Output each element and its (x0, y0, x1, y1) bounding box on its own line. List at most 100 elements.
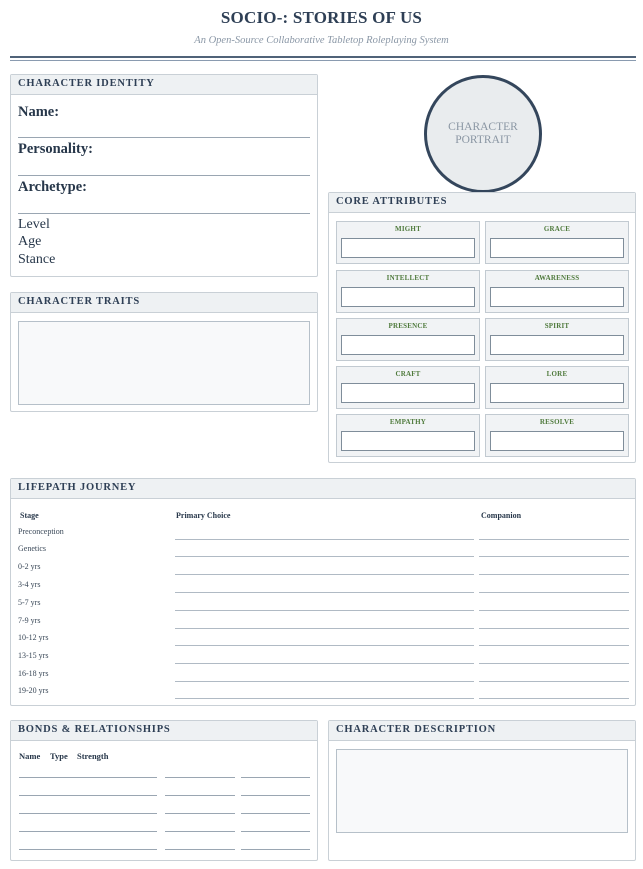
sheet-title: SOCIO-: STORIES OF US (220, 8, 423, 27)
attribute-value-field[interactable] (341, 238, 475, 258)
stage-label: 16-18 yrs (18, 669, 49, 678)
column-header-name: Name (19, 751, 41, 761)
bond-type-field[interactable] (165, 849, 235, 850)
companion-field[interactable] (479, 574, 629, 575)
attribute-value-field[interactable] (490, 431, 624, 451)
column-header-strength: Strength (77, 751, 109, 761)
attribute-label: MIGHT (395, 225, 421, 233)
bond-name-field[interactable] (19, 813, 157, 814)
attribute-label: PRESENCE (388, 322, 428, 330)
attribute-label: EMPATHY (389, 418, 427, 426)
companion-field[interactable] (479, 628, 629, 629)
primary-choice-field[interactable] (175, 574, 474, 575)
primary-choice-field[interactable] (175, 610, 474, 611)
bond-type-field[interactable] (165, 795, 235, 796)
bond-type-field[interactable] (165, 831, 235, 832)
attribute-value-field[interactable] (490, 287, 624, 307)
attribute-label: RESOLVE (539, 418, 575, 426)
stage-label: 13-15 yrs (18, 651, 49, 660)
portrait-label-line2: PORTRAIT (455, 134, 511, 146)
description-textarea[interactable] (336, 749, 628, 833)
primary-choice-field[interactable] (175, 681, 474, 682)
primary-choice-field[interactable] (175, 645, 474, 646)
stage-label: 19-20 yrs (18, 686, 49, 695)
bond-strength-field[interactable] (241, 777, 310, 778)
companion-field[interactable] (479, 663, 629, 664)
primary-choice-field[interactable] (175, 628, 474, 629)
traits-textarea[interactable] (18, 321, 310, 405)
stage-label: 10-12 yrs (18, 633, 49, 642)
bond-type-field[interactable] (165, 813, 235, 814)
personality-label: Personality: (18, 141, 93, 157)
lifepath-journey-heading: LIFEPATH JOURNEY (11, 479, 635, 499)
bond-name-field[interactable] (19, 849, 157, 850)
bond-strength-field[interactable] (241, 849, 310, 850)
column-header-stage: Stage (20, 511, 39, 520)
character-traits-panel: CHARACTER TRAITS (10, 292, 318, 412)
attribute-value-field[interactable] (341, 431, 475, 451)
companion-field[interactable] (479, 610, 629, 611)
attribute-value-field[interactable] (490, 383, 624, 403)
companion-field[interactable] (479, 592, 629, 593)
attribute-value-field[interactable] (341, 383, 475, 403)
bonds-relationships-panel: BONDS & RELATIONSHIPS Name Type Strength (10, 720, 318, 861)
character-identity-heading: CHARACTER IDENTITY (11, 75, 317, 95)
attribute-value-field[interactable] (490, 238, 624, 258)
primary-choice-field[interactable] (175, 698, 474, 699)
portrait-label-line1: CHARACTER (448, 121, 518, 133)
attribute-label: AWARENESS (534, 274, 580, 282)
core-attributes-heading: CORE ATTRIBUTES (329, 193, 635, 213)
companion-field[interactable] (479, 556, 629, 557)
attribute-resolve: RESOLVE (485, 414, 629, 457)
stage-label: Preconception (18, 527, 64, 536)
stage-label: 0-2 yrs (18, 562, 41, 571)
column-header-type: Type (50, 751, 68, 761)
attribute-awareness: AWARENESS (485, 270, 629, 313)
primary-choice-field[interactable] (175, 663, 474, 664)
bond-strength-field[interactable] (241, 813, 310, 814)
age-label: Age (18, 234, 42, 249)
attribute-label: CRAFT (395, 370, 421, 378)
name-label: Name: (18, 104, 60, 120)
attribute-lore: LORE (485, 366, 629, 409)
header-rule-thin (10, 60, 636, 61)
archetype-label: Archetype: (18, 179, 87, 195)
attribute-might: MIGHT (336, 221, 480, 264)
attribute-value-field[interactable] (490, 335, 624, 355)
level-label: Level (18, 217, 50, 232)
bond-strength-field[interactable] (241, 795, 310, 796)
archetype-field[interactable] (18, 213, 310, 214)
attribute-value-field[interactable] (341, 335, 475, 355)
character-traits-heading: CHARACTER TRAITS (11, 293, 317, 313)
bond-strength-field[interactable] (241, 831, 310, 832)
character-portrait[interactable]: CHARACTER PORTRAIT (424, 75, 542, 193)
companion-field[interactable] (479, 645, 629, 646)
attribute-value-field[interactable] (341, 287, 475, 307)
stage-label: 3-4 yrs (18, 580, 41, 589)
bond-name-field[interactable] (19, 831, 157, 832)
stage-label: 5-7 yrs (18, 598, 41, 607)
character-description-panel: CHARACTER DESCRIPTION (328, 720, 636, 861)
column-header-primary-choice: Primary Choice (176, 511, 231, 520)
primary-choice-field[interactable] (175, 592, 474, 593)
character-identity-panel: CHARACTER IDENTITY Name: Personality: Ar… (10, 74, 318, 277)
lifepath-journey-panel: LIFEPATH JOURNEY Stage Primary Choice Co… (10, 478, 636, 706)
bonds-relationships-heading: BONDS & RELATIONSHIPS (11, 721, 317, 741)
name-field[interactable] (18, 137, 310, 138)
stage-label: 7-9 yrs (18, 616, 41, 625)
bond-name-field[interactable] (19, 795, 157, 796)
primary-choice-field[interactable] (175, 556, 474, 557)
core-attributes-panel: CORE ATTRIBUTES MIGHT GRACE INTELLECT AW… (328, 192, 636, 463)
attribute-grace: GRACE (485, 221, 629, 264)
companion-field[interactable] (479, 698, 629, 699)
bond-name-field[interactable] (19, 777, 157, 778)
attribute-label: LORE (546, 370, 568, 378)
personality-field[interactable] (18, 175, 310, 176)
bond-type-field[interactable] (165, 777, 235, 778)
companion-field[interactable] (479, 539, 629, 540)
attribute-spirit: SPIRIT (485, 318, 629, 361)
primary-choice-field[interactable] (175, 539, 474, 540)
column-header-companion: Companion (481, 511, 522, 520)
companion-field[interactable] (479, 681, 629, 682)
sheet-header: SOCIO-: STORIES OF US An Open-Source Col… (0, 8, 643, 46)
